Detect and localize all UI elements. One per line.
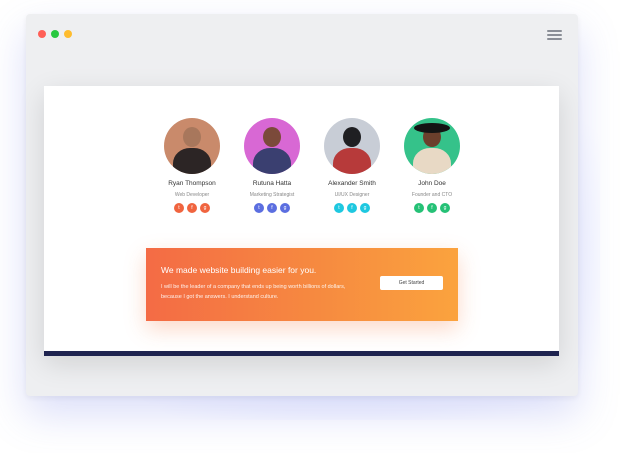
- browser-window: Ryan Thompson Web Developer t f g Rutuna…: [26, 14, 578, 396]
- social-links: t f g: [152, 203, 232, 213]
- facebook-icon[interactable]: f: [427, 203, 437, 213]
- minimize-dot[interactable]: [64, 30, 72, 38]
- social-links: t f g: [312, 203, 392, 213]
- member-role: Web Developer: [174, 192, 210, 198]
- avatar: [404, 118, 460, 174]
- cta-text: I will be the leader of a company that e…: [161, 284, 346, 300]
- google-plus-icon[interactable]: g: [200, 203, 210, 213]
- avatar: [324, 118, 380, 174]
- twitter-icon[interactable]: t: [334, 203, 344, 213]
- member-name: Ryan Thompson: [168, 180, 216, 187]
- close-dot[interactable]: [38, 30, 46, 38]
- team-member: John Doe Founder and CTO t f g: [392, 118, 472, 213]
- avatar: [164, 118, 220, 174]
- cta-title: We made website building easier for you.: [161, 265, 317, 275]
- footer-bar: [44, 351, 559, 356]
- window-controls: [38, 30, 72, 38]
- twitter-icon[interactable]: t: [254, 203, 264, 213]
- facebook-icon[interactable]: f: [267, 203, 277, 213]
- get-started-button[interactable]: Get Started: [380, 276, 443, 290]
- avatar: [244, 118, 300, 174]
- google-plus-icon[interactable]: g: [360, 203, 370, 213]
- maximize-dot[interactable]: [51, 30, 59, 38]
- twitter-icon[interactable]: t: [414, 203, 424, 213]
- member-name: Rutuna Hatta: [252, 180, 292, 187]
- google-plus-icon[interactable]: g: [440, 203, 450, 213]
- facebook-icon[interactable]: f: [347, 203, 357, 213]
- cta-banner: We made website building easier for you.…: [146, 248, 458, 321]
- member-role: Marketing Strategist: [249, 192, 295, 198]
- member-name: Alexander Smith: [328, 180, 376, 187]
- hamburger-menu-icon[interactable]: [547, 30, 562, 40]
- page-content: Ryan Thompson Web Developer t f g Rutuna…: [44, 86, 559, 356]
- team-member: Ryan Thompson Web Developer t f g: [152, 118, 232, 213]
- member-name: John Doe: [418, 180, 446, 187]
- team-section: Ryan Thompson Web Developer t f g Rutuna…: [152, 118, 472, 213]
- google-plus-icon[interactable]: g: [280, 203, 290, 213]
- hat: [414, 123, 450, 133]
- team-member: Alexander Smith UI/UX Designer t f g: [312, 118, 392, 213]
- member-role: Founder and CTO: [411, 192, 453, 198]
- facebook-icon[interactable]: f: [187, 203, 197, 213]
- social-links: t f g: [232, 203, 312, 213]
- social-links: t f g: [392, 203, 472, 213]
- team-member: Rutuna Hatta Marketing Strategist t f g: [232, 118, 312, 213]
- twitter-icon[interactable]: t: [174, 203, 184, 213]
- member-role: UI/UX Designer: [334, 192, 370, 198]
